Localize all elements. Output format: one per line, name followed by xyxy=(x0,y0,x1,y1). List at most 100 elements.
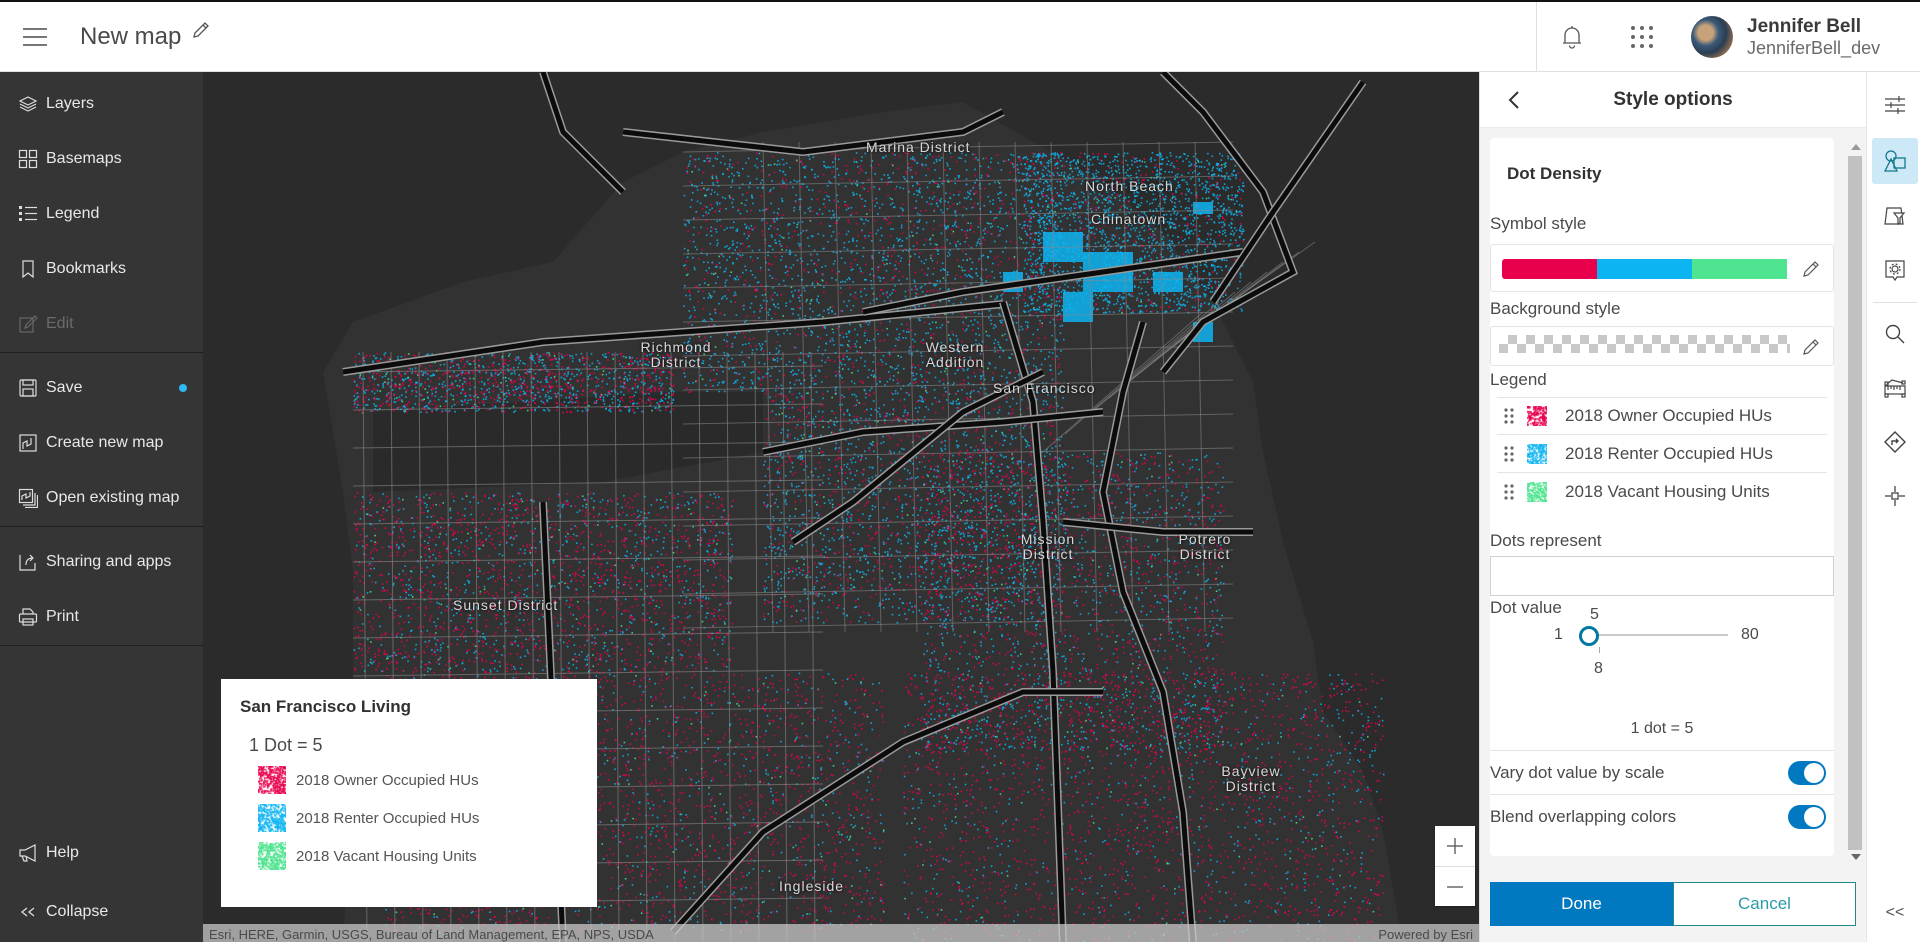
sidebar-item-bookmarks[interactable]: Bookmarks xyxy=(0,249,203,289)
scrollbar-thumb[interactable] xyxy=(1848,156,1862,850)
hamburger-menu-button[interactable] xyxy=(0,2,70,72)
drag-handle-icon[interactable] xyxy=(1503,444,1515,464)
search-icon xyxy=(1885,324,1905,344)
unsaved-indicator xyxy=(179,384,187,392)
done-button[interactable]: Done xyxy=(1490,882,1673,926)
style-options-panel: Style options Dot Density Symbol style B… xyxy=(1479,72,1866,942)
zoom-control xyxy=(1435,826,1475,906)
owner-occupied-swatch xyxy=(1527,406,1547,426)
legend-item: 2018 Renter Occupied HUs xyxy=(258,804,578,832)
renter-occupied-swatch xyxy=(258,804,286,832)
map-label-marina-district: Marina District xyxy=(866,139,971,155)
location-icon xyxy=(1885,486,1905,506)
divider xyxy=(0,352,203,353)
print-icon xyxy=(18,608,38,626)
panel-header: Style options xyxy=(1480,72,1866,128)
back-button[interactable] xyxy=(1500,86,1528,114)
toolbar-collapse-button[interactable]: << xyxy=(1872,890,1918,936)
symbol-style-selector[interactable] xyxy=(1490,244,1834,292)
powered-by-esri[interactable]: Powered by Esri xyxy=(1378,927,1473,942)
sidebar-item-legend[interactable]: Legend xyxy=(0,194,203,234)
zoom-out-button[interactable] xyxy=(1435,866,1475,906)
scroll-down-arrow[interactable] xyxy=(1851,854,1861,860)
slider-thumb[interactable] xyxy=(1579,626,1599,646)
double-chevron-left-icon: << xyxy=(1885,904,1905,921)
slider-max-label: 80 xyxy=(1741,626,1759,643)
map-label-potrero-district: Potrero District xyxy=(1178,531,1232,563)
basemap-gallery-icon xyxy=(18,149,38,169)
scroll-up-arrow[interactable] xyxy=(1851,144,1861,150)
panel-scrollbar[interactable] xyxy=(1846,140,1862,866)
drag-handle-icon[interactable] xyxy=(1503,406,1515,426)
map-title: New map xyxy=(80,22,182,50)
sidebar-item-label: Create new map xyxy=(46,434,164,451)
legend-field-row[interactable]: 2018 Owner Occupied HUs xyxy=(1497,397,1827,435)
sidebar-item-open-existing-map[interactable]: Open existing map xyxy=(0,478,203,518)
legend-layer-title: San Francisco Living xyxy=(240,697,411,716)
cancel-button[interactable]: Cancel xyxy=(1673,882,1856,926)
sidebar-item-create-new-map[interactable]: Create new map xyxy=(0,423,203,463)
vary-dot-value-toggle[interactable] xyxy=(1788,760,1826,785)
dot-density-card: Dot Density Symbol style Background styl… xyxy=(1490,138,1834,856)
map-view[interactable]: Marina District North Beach Chinatown Ri… xyxy=(203,72,1479,942)
bell-icon xyxy=(1563,26,1581,49)
zoom-in-button[interactable] xyxy=(1435,826,1475,866)
filter-button[interactable] xyxy=(1872,193,1918,239)
sidebar-item-label: Help xyxy=(46,844,79,861)
edit-background-style-button[interactable] xyxy=(1799,335,1823,359)
top-header: New map Jennifer Bell JenniferBell_dev xyxy=(0,2,1920,72)
measure-icon xyxy=(1884,379,1906,398)
edit-symbol-style-button[interactable] xyxy=(1799,257,1823,281)
background-style-label: Background style xyxy=(1490,299,1621,318)
slider-track[interactable] xyxy=(1590,634,1728,636)
map-viewer-app: New map Jennifer Bell JenniferBell_dev L… xyxy=(0,0,1920,942)
legend-item-label: 2018 Vacant Housing Units xyxy=(296,847,477,865)
legend-field-row[interactable]: 2018 Renter Occupied HUs xyxy=(1497,435,1827,473)
slider-tick xyxy=(1599,647,1600,653)
styles-button[interactable] xyxy=(1872,138,1918,184)
user-menu[interactable]: Jennifer Bell JenniferBell_dev xyxy=(1747,16,1880,59)
configure-popup-button[interactable] xyxy=(1872,248,1918,294)
legend-label: Legend xyxy=(1490,370,1547,389)
app-launcher-button[interactable] xyxy=(1607,2,1677,72)
sidebar-item-sharing-and-apps[interactable]: Sharing and apps xyxy=(0,542,203,582)
background-style-selector[interactable] xyxy=(1490,326,1834,366)
dot-value-slider[interactable]: 5 1 80 8 xyxy=(1490,600,1834,720)
map-label-western-addition: Western Addition xyxy=(925,339,985,371)
slider-tick-label: 8 xyxy=(1594,660,1603,677)
sidebar-item-label: Bookmarks xyxy=(46,260,127,277)
sidebar-item-label: Layers xyxy=(46,95,95,112)
edit-title-button[interactable] xyxy=(191,20,211,45)
directions-button[interactable] xyxy=(1872,419,1918,465)
measure-button[interactable] xyxy=(1872,365,1918,411)
legend-dot-value: 1 Dot = 5 xyxy=(249,735,323,755)
sidebar-collapse-button[interactable]: Collapse xyxy=(0,892,203,932)
renter-occupied-swatch xyxy=(1527,443,1547,464)
share-icon xyxy=(19,554,36,571)
sidebar-item-print[interactable]: Print xyxy=(0,597,203,637)
layers-icon xyxy=(18,96,38,112)
location-button[interactable] xyxy=(1872,473,1918,519)
attribution-text[interactable]: Esri, HERE, Garmin, USGS, Bureau of Land… xyxy=(209,927,654,942)
configure-popup-icon xyxy=(1885,260,1905,282)
properties-button[interactable] xyxy=(1872,82,1918,128)
legend-field-row[interactable]: 2018 Vacant Housing Units xyxy=(1497,473,1827,511)
blend-colors-row: Blend overlapping colors xyxy=(1490,794,1834,838)
legend-icon xyxy=(19,206,37,221)
drag-handle-icon[interactable] xyxy=(1503,482,1515,502)
sidebar-item-save[interactable]: Save xyxy=(0,368,203,408)
sidebar-item-label: Open existing map xyxy=(46,489,180,506)
slider-min-label: 1 xyxy=(1554,626,1563,643)
dots-represent-input[interactable] xyxy=(1490,556,1834,596)
sidebar-item-layers[interactable]: Layers xyxy=(0,84,203,124)
owner-occupied-swatch xyxy=(258,766,286,794)
search-button[interactable] xyxy=(1872,311,1918,357)
minus-icon xyxy=(1447,885,1463,888)
sidebar-item-basemaps[interactable]: Basemaps xyxy=(0,139,203,179)
blend-colors-toggle[interactable] xyxy=(1788,804,1826,829)
directions-icon xyxy=(1884,431,1906,453)
notifications-button[interactable] xyxy=(1537,2,1607,72)
left-sidebar: Layers Basemaps Legend Bookmarks Edit Sa… xyxy=(0,72,203,942)
user-avatar[interactable] xyxy=(1691,16,1733,58)
sidebar-item-help[interactable]: Help xyxy=(0,833,203,873)
